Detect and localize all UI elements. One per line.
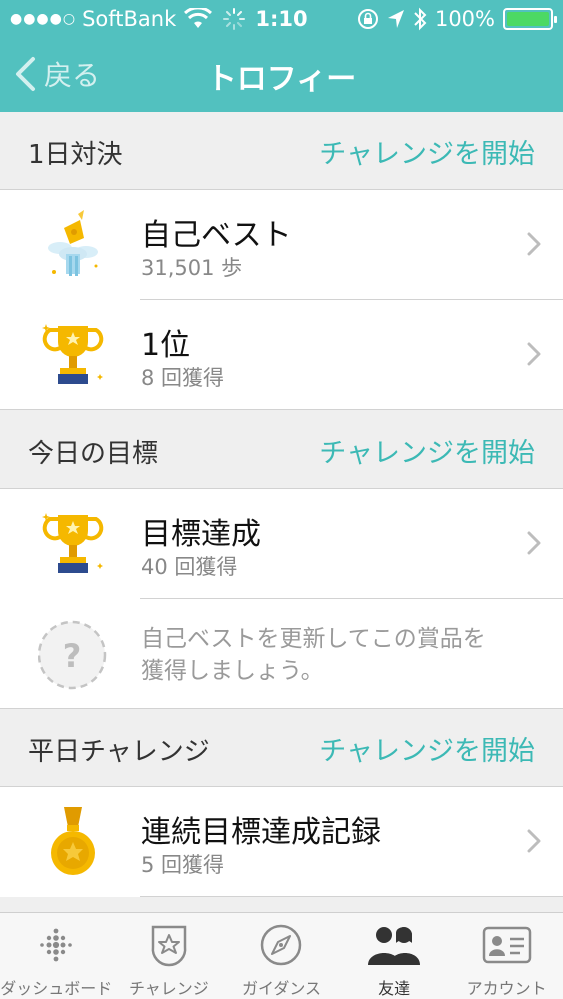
tab-guidance[interactable]: ガイダンス xyxy=(225,913,338,999)
trophy-label: 1位 xyxy=(141,328,191,363)
status-bar: ●●●●○ SoftBank 1:10 100% xyxy=(0,0,563,38)
bluetooth-icon xyxy=(414,7,427,31)
gold-trophy-icon xyxy=(42,513,104,573)
tab-label: チャレンジ xyxy=(128,979,209,998)
tab-label: ガイダンス xyxy=(241,979,321,998)
account-card-icon xyxy=(482,926,531,964)
trophy-row-first-place[interactable]: 1位 8 回獲得 xyxy=(0,300,563,410)
locked-trophy-row: ? 自己ベストを更新してこの賞品を獲得しましょう。 xyxy=(0,599,563,709)
tab-label: アカウント xyxy=(466,979,547,998)
location-arrow-icon xyxy=(387,10,404,28)
battery-icon xyxy=(503,8,557,30)
tab-label: ダッシュボード xyxy=(0,979,113,998)
start-challenge-link[interactable]: チャレンジを開始 xyxy=(319,729,535,768)
locked-trophy-hint: 自己ベストを更新してこの賞品を獲得しましょう。 xyxy=(141,626,486,684)
nav-bar: 戻る トロフィー xyxy=(0,38,563,112)
section-header-daily: 1日対決 チャレンジを開始 xyxy=(0,112,563,190)
trophy-sublabel: 31,501 歩 xyxy=(141,256,243,280)
trophy-row-streak[interactable]: 連続目標達成記録 5 回獲得 xyxy=(0,787,563,897)
compass-icon xyxy=(261,924,302,966)
tab-friends[interactable]: 友達 xyxy=(338,913,451,999)
chevron-right-icon xyxy=(527,829,541,853)
gold-medal-icon xyxy=(51,807,95,875)
trophy-label: 連続目標達成記録 xyxy=(141,815,381,850)
trophy-row-personal-best[interactable]: 自己ベスト 31,501 歩 xyxy=(0,190,563,300)
tab-challenge[interactable]: チャレンジ xyxy=(113,913,226,999)
trophy-personal-best-icon xyxy=(48,210,98,276)
section-title: 今日の目標 xyxy=(28,439,159,469)
chevron-right-icon xyxy=(527,342,541,366)
trophy-row-goal-achieved[interactable]: 目標達成 40 回獲得 xyxy=(0,489,563,599)
dashboard-dots-icon xyxy=(40,928,73,962)
section-title: 平日チャレンジ xyxy=(28,737,210,767)
start-challenge-link[interactable]: チャレンジを開始 xyxy=(319,132,535,171)
section-header-weekday: 平日チャレンジ チャレンジを開始 xyxy=(0,709,563,787)
trophy-label: 目標達成 xyxy=(141,517,261,552)
trophy-sublabel: 5 回獲得 xyxy=(141,853,225,877)
trophy-sublabel: 40 回獲得 xyxy=(141,555,238,579)
section-header-daily-goal: 今日の目標 チャレンジを開始 xyxy=(0,411,563,489)
svg-text:?: ? xyxy=(63,637,82,675)
trophy-label: 自己ベスト xyxy=(141,218,292,253)
gold-trophy-icon xyxy=(42,324,104,384)
tab-dashboard[interactable]: ダッシュボード xyxy=(0,913,113,999)
start-challenge-link[interactable]: チャレンジを開始 xyxy=(319,431,535,470)
tab-label: 友達 xyxy=(378,979,411,998)
challenge-badge-icon xyxy=(151,925,187,967)
chevron-right-icon xyxy=(527,531,541,555)
locked-question-icon: ? xyxy=(38,620,107,690)
battery-percent: 100% xyxy=(434,7,495,31)
row-divider xyxy=(140,896,563,897)
section-title: 1日対決 xyxy=(28,140,123,170)
status-right-group: 100% xyxy=(357,7,557,31)
friends-icon xyxy=(368,927,421,965)
page-title: トロフィー xyxy=(206,62,357,97)
tab-account[interactable]: アカウント xyxy=(450,913,563,999)
trophy-sublabel: 8 回獲得 xyxy=(141,366,225,390)
orientation-lock-icon xyxy=(357,9,378,29)
chevron-right-icon xyxy=(527,232,541,256)
tab-bar: ダッシュボード チャレンジ ガイダンス 友達 アカウント xyxy=(0,912,563,999)
row-divider xyxy=(0,409,563,410)
